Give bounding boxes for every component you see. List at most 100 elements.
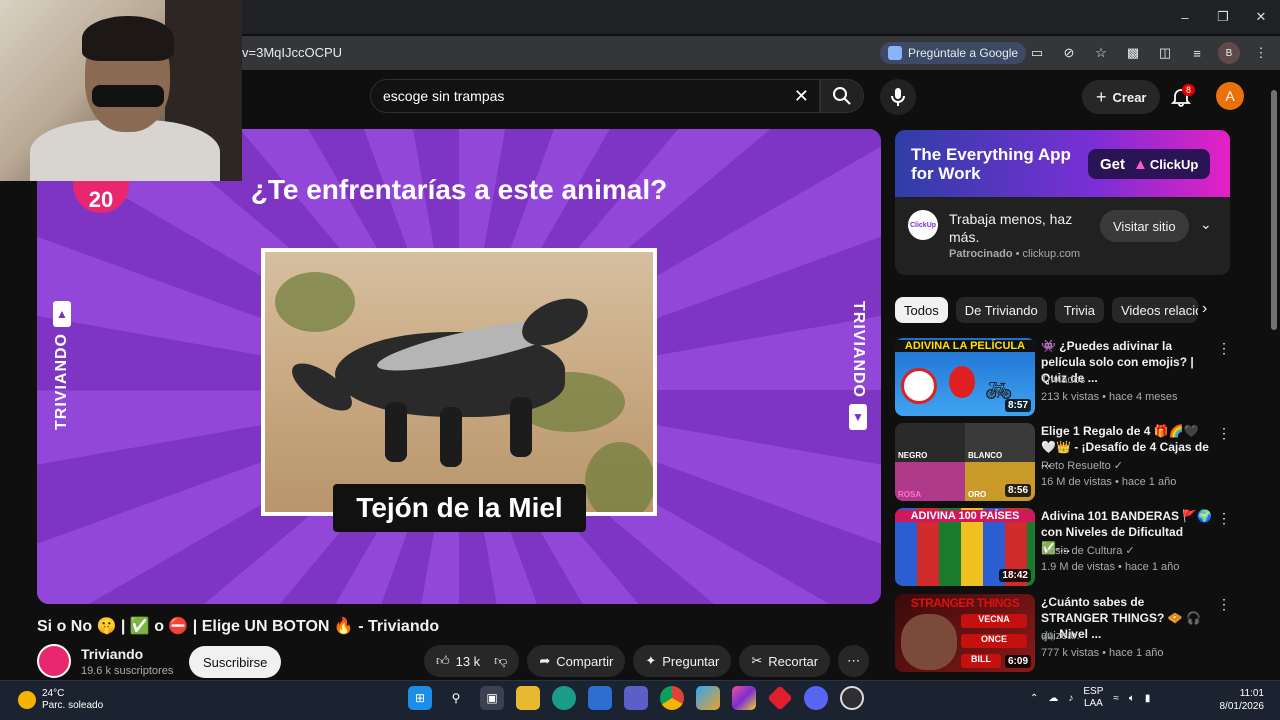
option-label: VECNA bbox=[961, 614, 1027, 628]
recommendation-item[interactable]: STRANGER THINGS VECNA ONCE BILL 6:09 ¿Cu… bbox=[895, 594, 1231, 672]
more-vertical-icon[interactable]: ⋮ bbox=[1217, 510, 1231, 527]
cloud-icon[interactable]: ☁ bbox=[1048, 693, 1058, 704]
chevron-down-icon[interactable]: ⌄ bbox=[1200, 216, 1212, 233]
sunglasses bbox=[92, 85, 164, 107]
file-explorer-icon[interactable] bbox=[516, 686, 540, 710]
like-dislike-group: 👍︎ 13 k 👎︎ bbox=[424, 645, 520, 677]
recommendation-channel[interactable]: Reto Resuelto ✓ bbox=[1041, 459, 1123, 472]
search-icon bbox=[833, 87, 851, 105]
plus-icon: + bbox=[1096, 86, 1107, 107]
more-vertical-icon[interactable]: ⋮ bbox=[1217, 425, 1231, 442]
red-diamond-app-icon[interactable] bbox=[767, 685, 793, 711]
language-indicator[interactable]: ESP LAA bbox=[1083, 686, 1103, 710]
subscriber-count: 19.6 k suscriptores bbox=[81, 665, 174, 677]
recommendation-meta: 16 M de vistas • hace 1 año bbox=[1041, 476, 1177, 488]
close-icon[interactable]: ✕ bbox=[1242, 0, 1280, 34]
task-view-icon[interactable]: ▣ bbox=[480, 686, 504, 710]
profile-avatar[interactable]: B bbox=[1218, 42, 1240, 64]
chip-todos[interactable]: Todos bbox=[895, 297, 948, 323]
battery-icon[interactable]: ▮ bbox=[1145, 693, 1151, 704]
dislike-button[interactable]: 👎︎ bbox=[494, 653, 507, 669]
create-button[interactable]: + Crear bbox=[1082, 80, 1161, 114]
subscribe-button[interactable]: Suscribirse bbox=[189, 646, 282, 678]
visit-site-button[interactable]: Visitar sitio bbox=[1100, 210, 1189, 242]
more-vertical-icon[interactable]: ⋮ bbox=[1217, 596, 1231, 613]
restore-icon[interactable]: ❐ bbox=[1204, 0, 1242, 34]
channel-name[interactable]: Triviando bbox=[81, 646, 143, 662]
scrollbar-thumb[interactable] bbox=[1271, 90, 1277, 330]
recommendation-channel[interactable]: quizear. bbox=[1041, 630, 1080, 642]
video-thumbnail[interactable]: NEGRO BLANCO ROSA ORO 8:56 bbox=[895, 423, 1035, 501]
ask-google-button[interactable]: Pregúntale a Google bbox=[880, 42, 1027, 64]
recommendation-item[interactable]: ADIVINA LA PELÍCULA 🚲︎ 8:57 👾 ¿Puedes ad… bbox=[895, 338, 1231, 416]
grass-patch bbox=[275, 272, 355, 332]
weather-widget[interactable]: 24°C Parc. soleado bbox=[18, 688, 103, 712]
system-clock[interactable]: 11:01 8/01/2026 bbox=[1212, 687, 1265, 713]
video-thumbnail[interactable]: STRANGER THINGS VECNA ONCE BILL 6:09 bbox=[895, 594, 1035, 672]
wifi-icon[interactable]: ≈ bbox=[1113, 693, 1119, 704]
taskbar-search-icon[interactable]: ⚲ bbox=[444, 686, 468, 710]
search-button[interactable] bbox=[820, 79, 864, 113]
chevron-right-icon[interactable]: › bbox=[1202, 300, 1207, 318]
ask-button[interactable]: ✦ Preguntar bbox=[633, 645, 732, 677]
side-brand-text: TRIVIANDO bbox=[850, 301, 867, 398]
discord-icon[interactable] bbox=[804, 686, 828, 710]
microphone-tray-icon[interactable]: ♪ bbox=[1068, 693, 1073, 704]
page-scrollbar[interactable] bbox=[1268, 72, 1280, 680]
edge-icon[interactable] bbox=[552, 686, 576, 710]
volume-icon[interactable]: 🔈︎ bbox=[1129, 693, 1135, 704]
obs-icon[interactable] bbox=[840, 686, 864, 710]
chevron-up-icon[interactable]: ⌃ bbox=[1030, 693, 1038, 704]
chip-videos-relacionados[interactable]: Videos relacio bbox=[1111, 297, 1198, 323]
account-avatar[interactable]: A bbox=[1216, 82, 1244, 110]
share-button[interactable]: ➦ Compartir bbox=[527, 645, 626, 677]
search-input[interactable] bbox=[371, 80, 771, 112]
sponsored-ad[interactable]: The Everything App for Work Get ▲ ClickU… bbox=[895, 130, 1230, 275]
minimize-icon[interactable]: – bbox=[1166, 0, 1204, 34]
more-actions-button[interactable]: ⋯ bbox=[838, 645, 870, 677]
like-button[interactable]: 👍︎ 13 k bbox=[436, 653, 480, 669]
media-queue-icon[interactable]: ≡ bbox=[1186, 42, 1208, 64]
clip-label: Recortar bbox=[768, 653, 819, 669]
puzzle-icon[interactable]: ◫ bbox=[1154, 42, 1176, 64]
clip-button[interactable]: ✂ Recortar bbox=[739, 645, 831, 677]
clock-date: 8/01/2026 bbox=[1219, 701, 1265, 712]
copilot-icon[interactable] bbox=[696, 686, 720, 710]
ad-get-button[interactable]: Get ▲ ClickUp bbox=[1088, 149, 1211, 179]
ad-domain: clickup.com bbox=[1022, 248, 1081, 260]
microphone-icon bbox=[891, 88, 905, 106]
menu-kebab-icon[interactable]: ⋮ bbox=[1250, 42, 1272, 64]
eye-off-icon[interactable]: ⊘ bbox=[1058, 42, 1080, 64]
chip-trivia[interactable]: Trivia bbox=[1054, 297, 1104, 323]
like-count: 13 k bbox=[455, 653, 481, 669]
recommendation-item[interactable]: ADIVINA 100 PAÍSES 18:42 Adivina 101 BAN… bbox=[895, 508, 1231, 586]
advertiser-logo[interactable]: ClickUp bbox=[908, 210, 938, 240]
url-text[interactable]: v=3MqIJccOCPU bbox=[242, 45, 342, 60]
colorful-app-icon[interactable] bbox=[732, 686, 756, 710]
recommendation-channel[interactable]: Triviados bbox=[1041, 374, 1085, 386]
voice-search-button[interactable] bbox=[880, 79, 916, 115]
clear-search-icon[interactable]: ✕ bbox=[794, 86, 809, 107]
ad-headline: The Everything App for Work bbox=[911, 145, 1071, 183]
microsoft-store-icon[interactable] bbox=[588, 686, 612, 710]
recommendation-channel[interactable]: Dosis de Cultura ✓ bbox=[1041, 544, 1135, 557]
teams-icon[interactable] bbox=[624, 686, 648, 710]
windows-start-icon[interactable]: ⊞ bbox=[408, 686, 432, 710]
extension-icon[interactable]: ▩ bbox=[1122, 42, 1144, 64]
ad-banner[interactable]: The Everything App for Work Get ▲ ClickU… bbox=[895, 130, 1230, 197]
bookmark-star-icon[interactable]: ☆ bbox=[1090, 42, 1112, 64]
more-vertical-icon[interactable]: ⋮ bbox=[1217, 340, 1231, 357]
channel-avatar[interactable] bbox=[37, 644, 71, 678]
temperature: 24°C bbox=[42, 688, 65, 699]
chip-de-triviando[interactable]: De Triviando bbox=[955, 297, 1047, 323]
system-tray: ⌃ ☁ ♪ ESP LAA ≈ 🔈︎ ▮ bbox=[1030, 686, 1150, 710]
video-duration: 18:42 bbox=[999, 569, 1031, 582]
video-thumbnail[interactable]: ADIVINA 100 PAÍSES 18:42 bbox=[895, 508, 1035, 586]
video-thumbnail[interactable]: ADIVINA LA PELÍCULA 🚲︎ 8:57 bbox=[895, 338, 1035, 416]
thumbnail-text: ADIVINA 100 PAÍSES bbox=[895, 510, 1035, 522]
video-player[interactable]: 20 ¿Te enfrentarías a este animal? ▲ TRI… bbox=[37, 129, 881, 604]
recommendation-item[interactable]: NEGRO BLANCO ROSA ORO 8:56 Elige 1 Regal… bbox=[895, 423, 1231, 501]
cast-icon[interactable]: ▭ bbox=[1026, 42, 1048, 64]
chrome-icon[interactable] bbox=[660, 686, 684, 710]
search-box[interactable]: ✕ bbox=[370, 79, 820, 113]
